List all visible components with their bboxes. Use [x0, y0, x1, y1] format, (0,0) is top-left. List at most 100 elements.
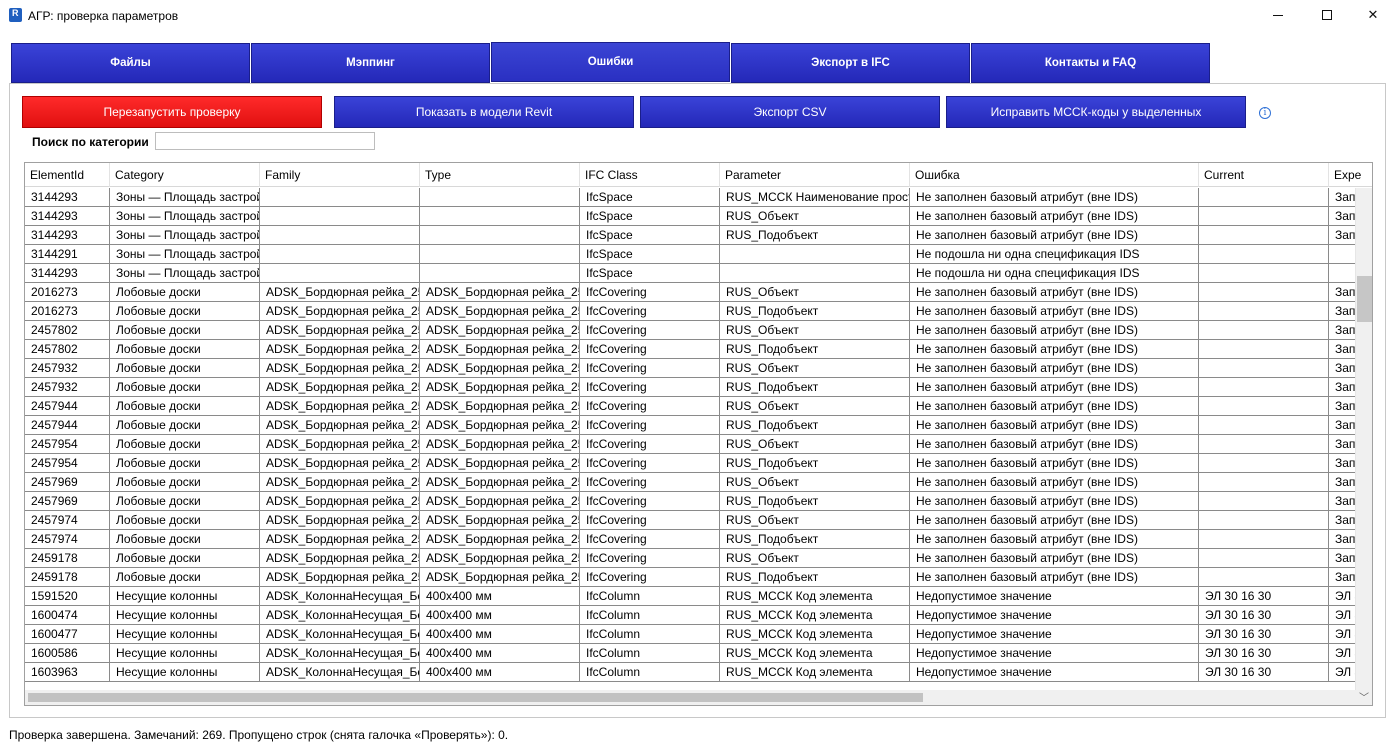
tab-contacts-faq[interactable]: Контакты и FAQ: [971, 43, 1210, 83]
table-cell: [1199, 226, 1329, 244]
tab-export-ifc[interactable]: Экспорт в IFC: [731, 43, 970, 83]
category-search-input[interactable]: [155, 132, 375, 150]
table-cell: ADSK_Бордюрная рейка_25:: [260, 511, 420, 529]
table-cell: Не заполнен базовый атрибут (вне IDS): [910, 283, 1199, 301]
scroll-down-arrow-icon[interactable]: ﹀: [1359, 689, 1369, 704]
table-row[interactable]: 2459178 Лобовые доски ADSK_Бордюрная рейка…: [25, 568, 1372, 587]
table-cell: Несущие колонны: [110, 625, 260, 643]
info-icon[interactable]: i: [1259, 107, 1271, 119]
horizontal-scrollbar[interactable]: [25, 690, 1356, 705]
table-cell: IfcCovering: [580, 492, 720, 510]
table-row[interactable]: 2016273 Лобовые доски ADSK_Бордюрная рейка…: [25, 302, 1372, 321]
table-row[interactable]: 2457974 Лобовые доски ADSK_Бордюрная рейка…: [25, 530, 1372, 549]
table-cell: [720, 245, 910, 263]
table-row[interactable]: 2457944 Лобовые доски ADSK_Бордюрная рейка…: [25, 397, 1372, 416]
table-row[interactable]: 1591520 Несущие колонны ADSK_КолоннаНесуща…: [25, 587, 1372, 606]
minimize-button[interactable]: [1255, 0, 1301, 30]
show-in-revit-button[interactable]: Показать в модели Revit: [334, 96, 634, 128]
table-cell: ADSK_Бордюрная рейка_25:: [260, 530, 420, 548]
table-row[interactable]: 3144293 Зоны — Площадь застрой IfcSpace RUS…: [25, 207, 1372, 226]
table-row[interactable]: 2459178 Лобовые доски ADSK_Бордюрная рейка…: [25, 549, 1372, 568]
table-row[interactable]: 2457802 Лобовые доски ADSK_Бордюрная рейка…: [25, 321, 1372, 340]
close-button[interactable]: ✕: [1350, 0, 1393, 30]
table-cell: Несущие колонны: [110, 606, 260, 624]
table-cell: RUS_МССК Код элемента: [720, 606, 910, 624]
table-cell: IfcSpace: [580, 245, 720, 263]
table-cell: RUS_Подобъект: [720, 568, 910, 586]
column-header[interactable]: Family: [260, 163, 420, 187]
table-cell: Зоны — Площадь застрой: [110, 264, 260, 282]
column-header[interactable]: Category: [110, 163, 260, 187]
table-row[interactable]: 2457974 Лобовые доски ADSK_Бордюрная рейка…: [25, 511, 1372, 530]
table-cell: [260, 226, 420, 244]
table-cell: IfcCovering: [580, 397, 720, 415]
table-cell: Несущие колонны: [110, 587, 260, 605]
table-cell: IfcCovering: [580, 530, 720, 548]
table-row[interactable]: 2457932 Лобовые доски ADSK_Бордюрная рейка…: [25, 378, 1372, 397]
vertical-scrollbar[interactable]: ﹀: [1355, 188, 1372, 705]
table-row[interactable]: 2457954 Лобовые доски ADSK_Бордюрная рейка…: [25, 435, 1372, 454]
column-header[interactable]: Parameter: [720, 163, 910, 187]
table-row[interactable]: 3144293 Зоны — Площадь застрой IfcSpace RUS…: [25, 226, 1372, 245]
table-row[interactable]: 2457932 Лобовые доски ADSK_Бордюрная рейка…: [25, 359, 1372, 378]
column-header[interactable]: IFC Class: [580, 163, 720, 187]
table-cell: Недопустимое значение: [910, 625, 1199, 643]
table-row[interactable]: 3144293 Зоны — Площадь застрой IfcSpace Не …: [25, 264, 1372, 283]
table-cell: Лобовые доски: [110, 568, 260, 586]
horizontal-scroll-thumb[interactable]: [28, 693, 923, 702]
table-row[interactable]: 1600474 Несущие колонны ADSK_КолоннаНесуща…: [25, 606, 1372, 625]
column-header[interactable]: Ошибка: [910, 163, 1199, 187]
tab-mapping[interactable]: Мэппинг: [251, 43, 490, 83]
table-cell: [260, 188, 420, 206]
table-cell: 2457944: [25, 416, 110, 434]
table-cell: Не заполнен базовый атрибут (вне IDS): [910, 435, 1199, 453]
export-csv-button[interactable]: Экспорт CSV: [640, 96, 940, 128]
table-cell: RUS_Подобъект: [720, 226, 910, 244]
title-bar: R АГР: проверка параметров ✕: [0, 0, 1393, 32]
errors-table[interactable]: ElementId Category Family Type IFC Class Para…: [24, 162, 1373, 706]
table-cell: 2457969: [25, 473, 110, 491]
tab-errors[interactable]: Ошибки: [491, 42, 730, 82]
table-row[interactable]: 1603963 Несущие колонны ADSK_КолоннаНесуща…: [25, 663, 1372, 682]
window-title: АГР: проверка параметров: [28, 9, 179, 23]
table-row[interactable]: 2457954 Лобовые доски ADSK_Бордюрная рейка…: [25, 454, 1372, 473]
table-cell: IfcCovering: [580, 340, 720, 358]
restart-check-button[interactable]: Перезапустить проверку: [22, 96, 322, 128]
table-row[interactable]: 2016273 Лобовые доски ADSK_Бордюрная рейка…: [25, 283, 1372, 302]
table-row[interactable]: 2457969 Лобовые доски ADSK_Бордюрная рейка…: [25, 492, 1372, 511]
table-cell: ADSK_Бордюрная рейка_25:: [260, 473, 420, 491]
table-row[interactable]: 2457969 Лобовые доски ADSK_Бордюрная рейка…: [25, 473, 1372, 492]
column-header[interactable]: ElementId: [25, 163, 110, 187]
table-cell: Лобовые доски: [110, 454, 260, 472]
table-row[interactable]: 3144293 Зоны — Площадь застрой IfcSpace RUS…: [25, 188, 1372, 207]
table-row[interactable]: 2457944 Лобовые доски ADSK_Бордюрная рейка…: [25, 416, 1372, 435]
table-row[interactable]: 1600477 Несущие колонны ADSK_КолоннаНесуща…: [25, 625, 1372, 644]
table-cell: [1199, 530, 1329, 548]
table-cell: RUS_Объект: [720, 511, 910, 529]
table-cell: ADSK_Бордюрная рейка_25:: [260, 283, 420, 301]
table-cell: Не заполнен базовый атрибут (вне IDS): [910, 568, 1199, 586]
table-row[interactable]: 3144291 Зоны — Площадь застрой IfcSpace Не …: [25, 245, 1372, 264]
table-cell: Лобовые доски: [110, 283, 260, 301]
maximize-button[interactable]: [1304, 0, 1350, 30]
table-cell: IfcCovering: [580, 321, 720, 339]
table-cell: ADSK_КолоннаНесущая_Бет: [260, 625, 420, 643]
fix-mssk-codes-button[interactable]: Исправить МССК-коды у выделенных: [946, 96, 1246, 128]
table-cell: Лобовые доски: [110, 340, 260, 358]
column-header[interactable]: Expe: [1329, 163, 1372, 187]
table-cell: IfcColumn: [580, 644, 720, 662]
column-header[interactable]: Type: [420, 163, 580, 187]
tab-files[interactable]: Файлы: [11, 43, 250, 83]
table-cell: ADSK_Бордюрная рейка_25:: [260, 435, 420, 453]
table-cell: ADSK_Бордюрная рейка_25:: [260, 416, 420, 434]
table-cell: Зоны — Площадь застрой: [110, 188, 260, 206]
table-row[interactable]: 1600586 Несущие колонны ADSK_КолоннаНесуща…: [25, 644, 1372, 663]
table-cell: IfcCovering: [580, 473, 720, 491]
table-cell: [1199, 416, 1329, 434]
table-cell: 3144293: [25, 207, 110, 225]
table-row[interactable]: 2457802 Лобовые доски ADSK_Бордюрная рейка…: [25, 340, 1372, 359]
vertical-scroll-thumb[interactable]: [1357, 276, 1372, 322]
table-cell: ADSK_Бордюрная рейка_25:: [260, 397, 420, 415]
table-cell: IfcColumn: [580, 625, 720, 643]
column-header[interactable]: Current: [1199, 163, 1329, 187]
